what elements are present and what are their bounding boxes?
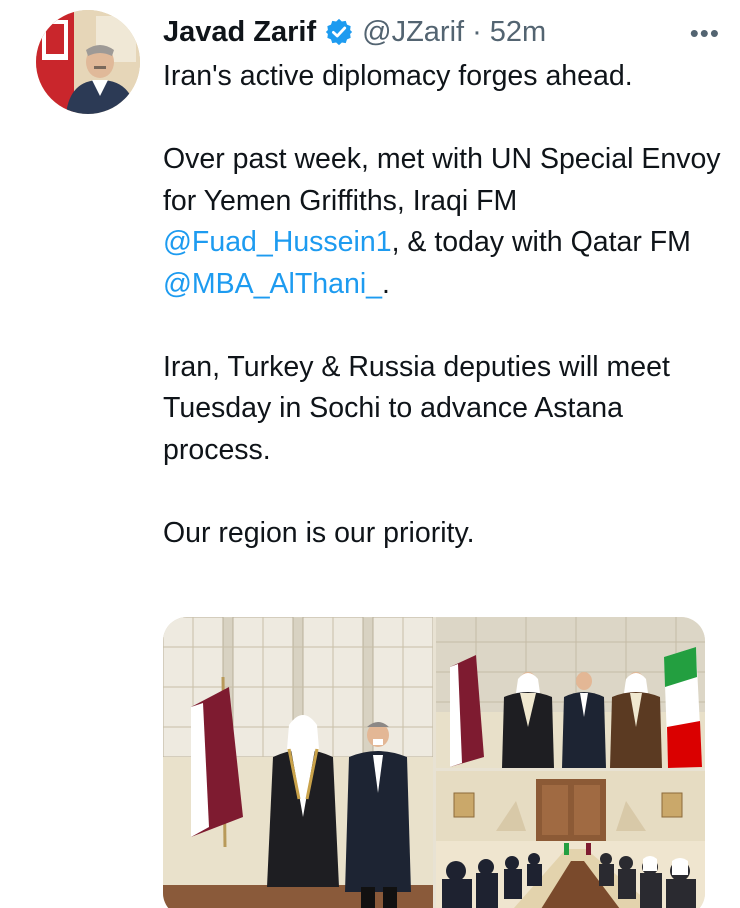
mention-link-mba-althani[interactable]: @MBA_AlThani_ [163, 268, 382, 300]
tweet-timestamp[interactable]: 52m [490, 16, 546, 49]
tweet-paragraph: Iran, Turkey & Russia deputies will meet… [163, 350, 670, 466]
tweet-paragraph: Iran's active diplomacy forges ahead. [163, 60, 633, 92]
tweet-paragraph: Over past week, met with UN Special Envo… [163, 139, 723, 305]
text-segment: , & today with Qatar FM [391, 226, 691, 258]
separator-dot: · [472, 15, 482, 48]
avatar[interactable] [36, 10, 140, 114]
mention-link-fuad-hussein[interactable]: @Fuad_Hussein1 [163, 226, 392, 258]
media-photo-1[interactable] [163, 617, 433, 908]
media-photo-2[interactable] [436, 617, 705, 768]
verified-badge-icon [324, 17, 354, 47]
author-display-name[interactable]: Javad Zarif [163, 16, 316, 49]
tweet-header: Javad Zarif @JZarif · 52m ••• [163, 12, 720, 52]
photo-conference-table-icon [436, 771, 705, 908]
photo-group-with-flags-icon [436, 617, 705, 768]
profile-photo [36, 10, 140, 114]
photo-qatar-fm-meeting-icon [163, 617, 433, 908]
media-photo-3[interactable] [436, 771, 705, 908]
more-horizontal-icon[interactable]: ••• [690, 18, 720, 49]
tweet-text: Iran's active diplomacy forges ahead. Ov… [163, 56, 723, 554]
text-segment: Over past week, met with UN Special Envo… [163, 143, 721, 217]
tweet-paragraph: Our region is our priority. [163, 516, 475, 549]
media-grid [163, 617, 705, 908]
text-segment: . [382, 267, 390, 300]
author-handle[interactable]: @JZarif [362, 16, 464, 49]
